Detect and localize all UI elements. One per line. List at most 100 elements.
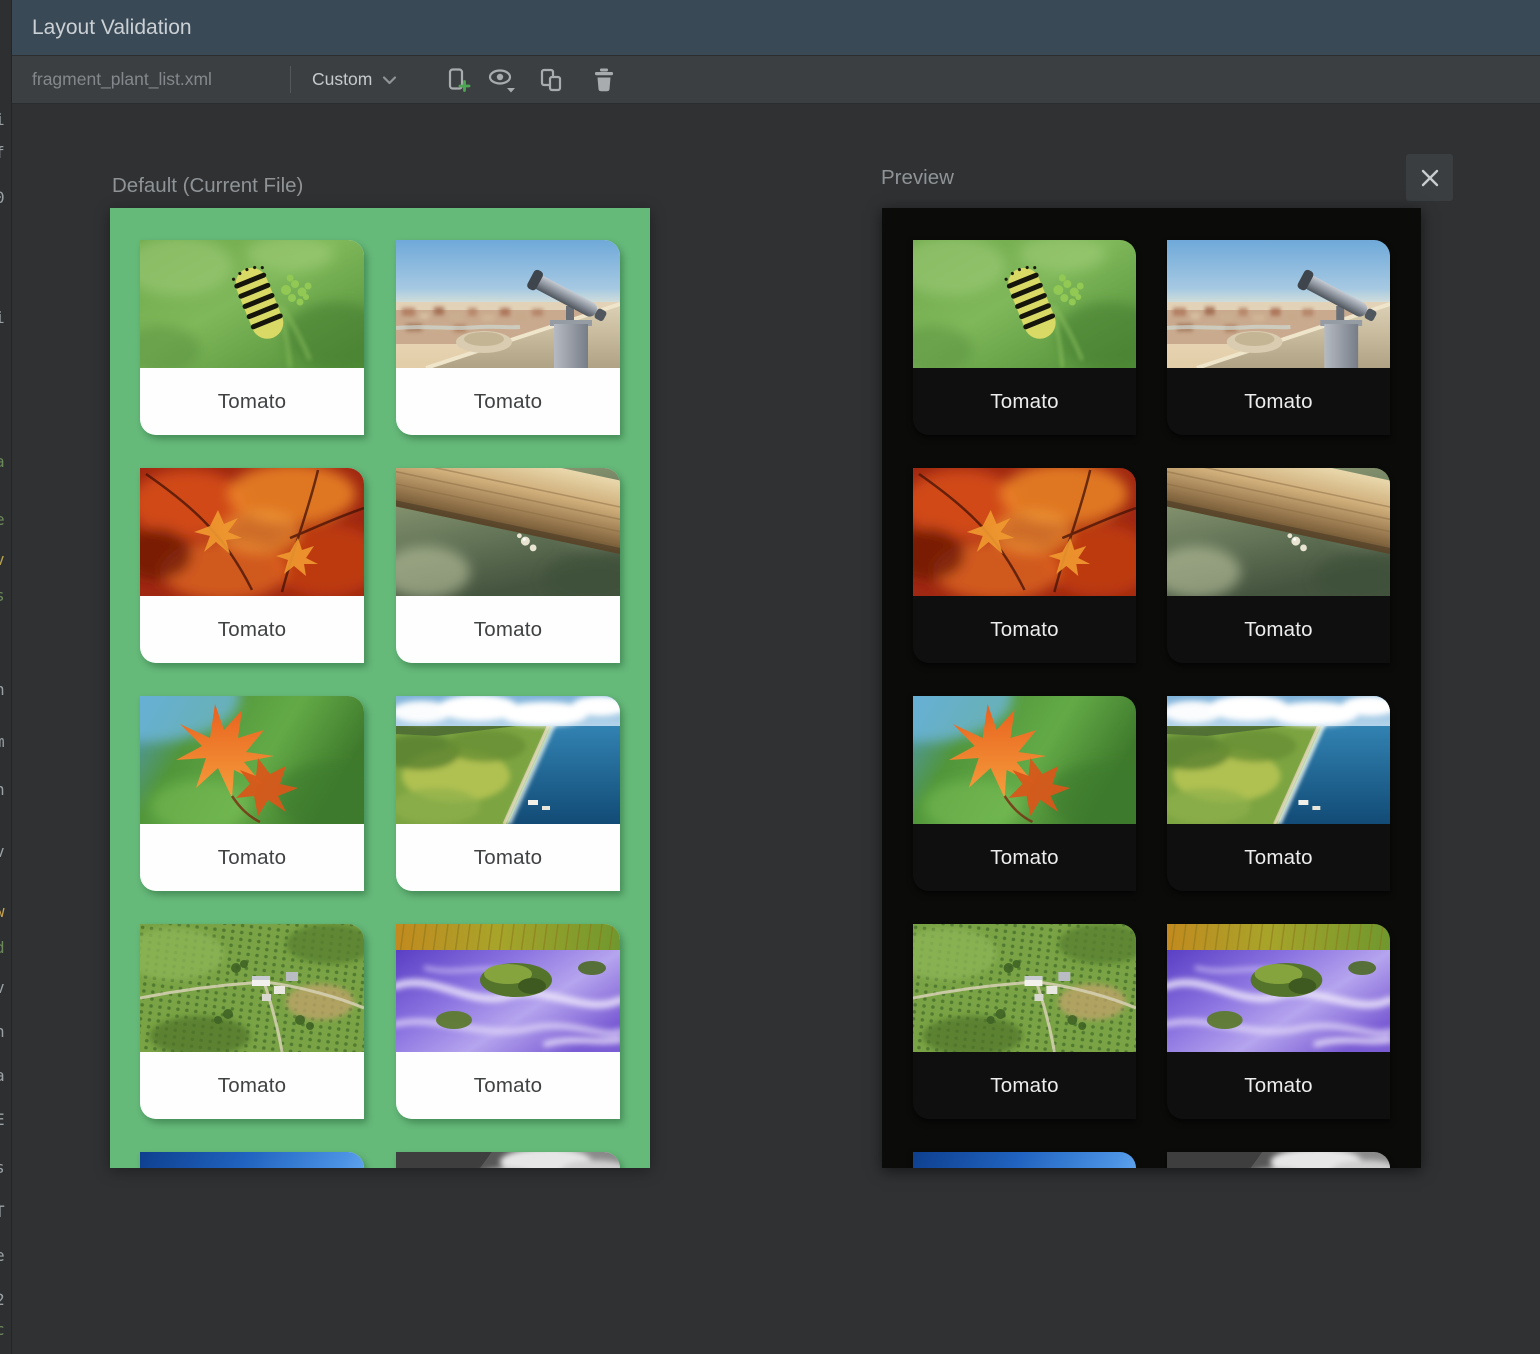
- tool-window-title: Layout Validation: [32, 16, 192, 39]
- plant-name-label: Tomato: [913, 824, 1136, 891]
- plant-card: Tomato: [1167, 924, 1390, 1119]
- plant-name-label: Tomato: [913, 1052, 1136, 1119]
- trash-icon: [591, 67, 617, 93]
- plant-card: Tomato: [140, 240, 364, 435]
- telescope-city-image: [396, 240, 620, 368]
- plant-name-label: Tomato: [140, 824, 364, 891]
- plant-card: Tomato: [1167, 240, 1390, 435]
- visibility-button[interactable]: [484, 63, 520, 97]
- plant-card: Tomato: [913, 240, 1136, 435]
- code-fragment: n: [0, 680, 5, 700]
- red-maple-leaves-image: [913, 468, 1136, 596]
- aerial-coastline-image: [396, 696, 620, 824]
- default-layout-render: Tomato Tomato Tomato Tomato Tomato Tomato Toma…: [110, 208, 650, 1168]
- plant-name-label: Tomato: [1167, 1052, 1390, 1119]
- plant-name-label: Tomato: [913, 368, 1136, 435]
- blue-sky-image: [140, 1152, 364, 1168]
- code-fragment: 0: [0, 188, 5, 208]
- grayscale-clouds-image: [1167, 1152, 1390, 1168]
- aerial-coastline-image: [1167, 696, 1390, 824]
- code-fragment: f: [0, 143, 5, 163]
- chevron-down-icon: [382, 75, 397, 85]
- plant-card: Tomato: [396, 468, 620, 663]
- plant-card: Tomato: [140, 1152, 364, 1168]
- code-fragment: a: [0, 1066, 5, 1086]
- preview-panel-title: Preview: [881, 166, 954, 190]
- maple-leaf-on-green-image: [913, 696, 1136, 824]
- plant-card: Tomato: [1167, 468, 1390, 663]
- code-fragment: T: [0, 1202, 5, 1222]
- code-fragment: e: [0, 510, 5, 530]
- code-fragment: v: [0, 978, 5, 998]
- visibility-icon: [487, 65, 517, 95]
- code-fragment: i: [0, 110, 5, 130]
- delete-button[interactable]: [586, 63, 622, 97]
- plant-name-label: Tomato: [396, 368, 620, 435]
- code-fragment: a: [0, 452, 5, 472]
- editor-edge-strip: if0iaevsnmnvwdvnaEsTe2c: [0, 0, 12, 1354]
- plant-card: Tomato: [396, 696, 620, 891]
- wood-beam-drops-image: [1167, 468, 1390, 596]
- code-fragment: n: [0, 1022, 5, 1042]
- plant-card: Tomato: [396, 1152, 620, 1168]
- code-fragment: v: [0, 550, 5, 570]
- code-fragment: i: [0, 308, 5, 328]
- purple-rapids-image: [1167, 924, 1390, 1052]
- code-fragment: w: [0, 902, 5, 922]
- close-preview-button[interactable]: [1406, 154, 1453, 201]
- copy-configuration-button[interactable]: [533, 63, 569, 97]
- plant-card: Tomato: [1167, 696, 1390, 891]
- plant-name-label: Tomato: [1167, 368, 1390, 435]
- configuration-set-dropdown[interactable]: Custom: [312, 56, 397, 103]
- current-file-label: fragment_plant_list.xml: [32, 56, 212, 103]
- wood-beam-drops-image: [396, 468, 620, 596]
- plant-name-label: Tomato: [1167, 824, 1390, 891]
- plant-card: Tomato: [913, 924, 1136, 1119]
- caterpillar-image: [913, 240, 1136, 368]
- blue-sky-image: [913, 1152, 1136, 1168]
- plant-name-label: Tomato: [396, 1052, 620, 1119]
- aerial-farm-image: [913, 924, 1136, 1052]
- code-fragment: e: [0, 1246, 5, 1266]
- code-fragment: E: [0, 1110, 5, 1130]
- code-fragment: c: [0, 1320, 5, 1340]
- plant-name-label: Tomato: [140, 1052, 364, 1119]
- code-fragment: d: [0, 938, 5, 958]
- caterpillar-image: [140, 240, 364, 368]
- default-panel-title: Default (Current File): [112, 174, 303, 198]
- copy-icon: [538, 67, 565, 94]
- purple-rapids-image: [396, 924, 620, 1052]
- plant-name-label: Tomato: [913, 596, 1136, 663]
- configuration-set-label: Custom: [312, 69, 372, 90]
- plant-card: Tomato: [396, 924, 620, 1119]
- preview-layout-render: Tomato Tomato Tomato Tomato Tomato Tomato Toma…: [882, 208, 1421, 1168]
- plant-name-label: Tomato: [140, 596, 364, 663]
- telescope-city-image: [1167, 240, 1390, 368]
- tool-window-header: Layout Validation: [12, 0, 1540, 56]
- code-fragment: v: [0, 842, 5, 862]
- plant-name-label: Tomato: [140, 368, 364, 435]
- layout-validation-toolbar: fragment_plant_list.xml Custom: [12, 56, 1540, 104]
- plant-card: Tomato: [913, 696, 1136, 891]
- code-fragment: m: [0, 732, 5, 752]
- plant-card: Tomato: [913, 468, 1136, 663]
- plant-name-label: Tomato: [396, 824, 620, 891]
- code-fragment: 2: [0, 1290, 5, 1310]
- plant-card: Tomato: [1167, 1152, 1390, 1168]
- plant-name-label: Tomato: [396, 596, 620, 663]
- plant-card: Tomato: [396, 240, 620, 435]
- add-device-button[interactable]: [440, 63, 476, 97]
- code-fragment: s: [0, 1158, 5, 1178]
- plant-name-label: Tomato: [1167, 596, 1390, 663]
- code-fragment: s: [0, 586, 5, 606]
- plant-card: Tomato: [913, 1152, 1136, 1168]
- plant-card: Tomato: [140, 696, 364, 891]
- plant-card: Tomato: [140, 924, 364, 1119]
- maple-leaf-on-green-image: [140, 696, 364, 824]
- plant-card: Tomato: [140, 468, 364, 663]
- add-device-icon: [445, 67, 472, 94]
- toolbar-separator: [290, 66, 291, 93]
- aerial-farm-image: [140, 924, 364, 1052]
- red-maple-leaves-image: [140, 468, 364, 596]
- close-icon: [1419, 167, 1441, 189]
